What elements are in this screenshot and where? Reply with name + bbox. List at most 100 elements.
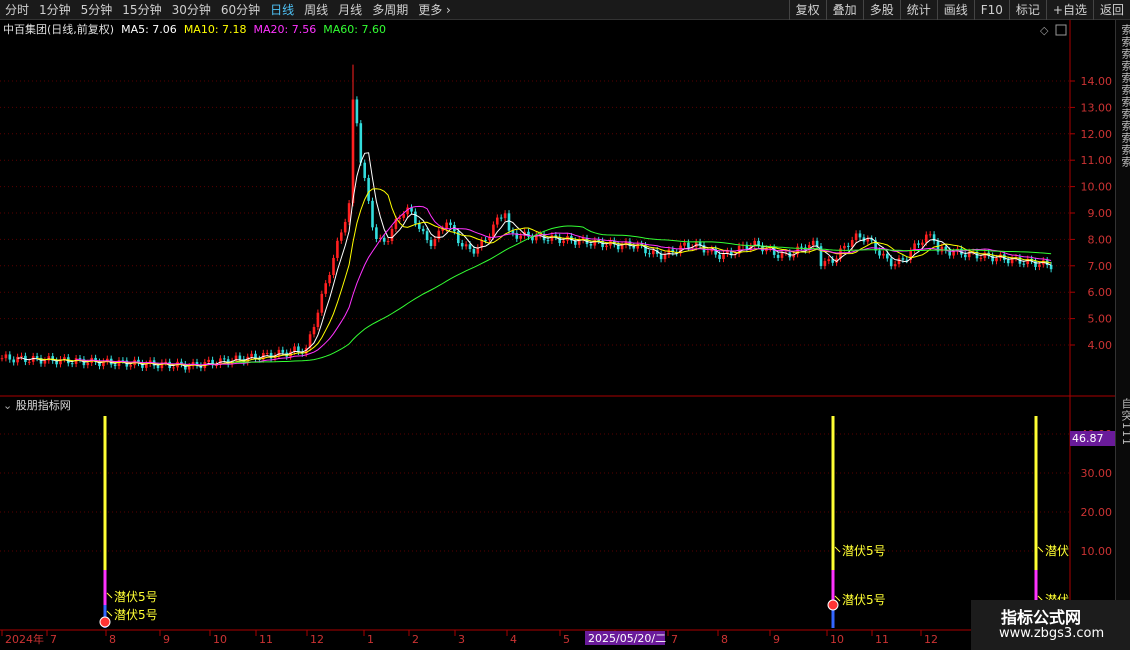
candle (172, 367, 175, 369)
candle (652, 250, 655, 255)
period-tab[interactable]: 5分钟 (76, 0, 118, 20)
toolbar-button[interactable]: 叠加 (825, 0, 863, 20)
period-tab[interactable]: 月线 (333, 0, 367, 20)
period-tab[interactable]: 15分钟 (117, 0, 166, 20)
candle (425, 231, 429, 241)
candle (886, 253, 889, 259)
toolbar-button[interactable]: F10 (973, 0, 1009, 20)
candle (367, 177, 370, 201)
period-tab[interactable]: 1分钟 (34, 0, 76, 20)
candle (687, 242, 690, 248)
x-tick-label: 5 (563, 633, 570, 646)
candle (472, 248, 476, 254)
price-chart[interactable]: 14.0013.0012.0011.0010.009.008.007.006.0… (0, 20, 1130, 650)
candle (893, 264, 897, 267)
candle (776, 254, 780, 258)
x-tick-label: 12 (310, 633, 324, 646)
candle (928, 234, 932, 236)
x-tick-label: 1 (367, 633, 374, 646)
y-tick-label: 5.00 (1088, 313, 1113, 326)
candle (519, 235, 522, 239)
candle (343, 221, 347, 233)
candle (847, 245, 850, 247)
candle (952, 251, 955, 256)
candle (718, 254, 721, 259)
period-toolbar: 分时 1分钟 5分钟 15分钟 30分钟 60分钟 日线 周线 月线 多周期 更多 › 复权 叠加 多股… (0, 0, 1130, 20)
candle (460, 243, 464, 247)
signal-label: 潜伏 (1045, 544, 1069, 558)
candle (964, 254, 967, 258)
candle (648, 253, 651, 255)
candle (901, 258, 905, 260)
toolbar-button[interactable]: 标记 (1008, 0, 1046, 20)
candle (827, 259, 831, 262)
candle (281, 349, 285, 353)
period-tab[interactable]: 30分钟 (167, 0, 216, 20)
x-tick-label: 8 (109, 633, 116, 646)
period-tab[interactable]: 周线 (299, 0, 333, 20)
candle (371, 200, 374, 228)
candle (496, 217, 499, 225)
candle (382, 237, 386, 242)
signal-arrow (106, 592, 113, 599)
candle (63, 357, 66, 360)
x-tick-label: 2 (412, 633, 419, 646)
side-top-text: 索索索索索索索索索索索索 (1120, 24, 1130, 168)
candle (1022, 263, 1026, 265)
candle (484, 240, 487, 242)
candle (815, 240, 819, 247)
candle (921, 242, 924, 245)
candle (20, 355, 23, 357)
candle (940, 246, 944, 252)
candle (429, 240, 433, 246)
y-tick-label: 7.00 (1088, 260, 1113, 273)
candle (503, 213, 507, 219)
signal-dot (99, 616, 111, 628)
period-tab[interactable]: 更多 › (413, 0, 456, 20)
candle (1034, 260, 1037, 267)
candle (882, 253, 885, 256)
period-tab[interactable]: 日线 (265, 0, 299, 20)
candle (12, 359, 15, 363)
candle (28, 361, 31, 363)
diamond-icon: ◇ (1040, 24, 1049, 37)
toolbar-button[interactable]: 画线 (936, 0, 974, 20)
signal-label: 潜伏5号 (114, 590, 158, 604)
ma5-line (17, 152, 1052, 367)
period-tab[interactable]: 分时 (0, 0, 34, 20)
toolbar-button[interactable]: 复权 (788, 0, 826, 20)
period-tab[interactable]: 60分钟 (216, 0, 265, 20)
toolbar-button[interactable]: +自选 (1045, 0, 1093, 20)
x-tick-label: 10 (830, 633, 844, 646)
watermark: 指标公式网 www.zbgs3.com (971, 600, 1130, 650)
candle (1038, 264, 1041, 267)
candle (156, 365, 160, 369)
candle (492, 224, 495, 237)
candle (129, 365, 132, 367)
toolbar-button[interactable]: 返回 (1092, 0, 1130, 20)
toolbar-button[interactable]: 多股 (862, 0, 900, 20)
candle (297, 346, 300, 352)
candle (351, 99, 355, 204)
candle (854, 233, 858, 241)
period-tab[interactable]: 多周期 (367, 0, 413, 20)
candle (878, 250, 881, 256)
candle (780, 252, 784, 258)
candle (979, 257, 983, 259)
candle (468, 244, 472, 249)
candle (663, 254, 667, 260)
candle (328, 274, 331, 284)
candle (722, 253, 725, 259)
candle (113, 364, 117, 367)
y-tick-label: 10.00 (1081, 181, 1113, 194)
candle (546, 240, 550, 242)
candle (889, 258, 893, 267)
toolbar-button[interactable]: 统计 (899, 0, 937, 20)
watermark-url: www.zbgs3.com (999, 626, 1105, 641)
candle (47, 356, 51, 361)
candle (320, 293, 324, 313)
candle (858, 233, 862, 238)
candle (418, 223, 421, 229)
candle (375, 227, 378, 240)
y-tick-label: 13.00 (1081, 101, 1113, 114)
